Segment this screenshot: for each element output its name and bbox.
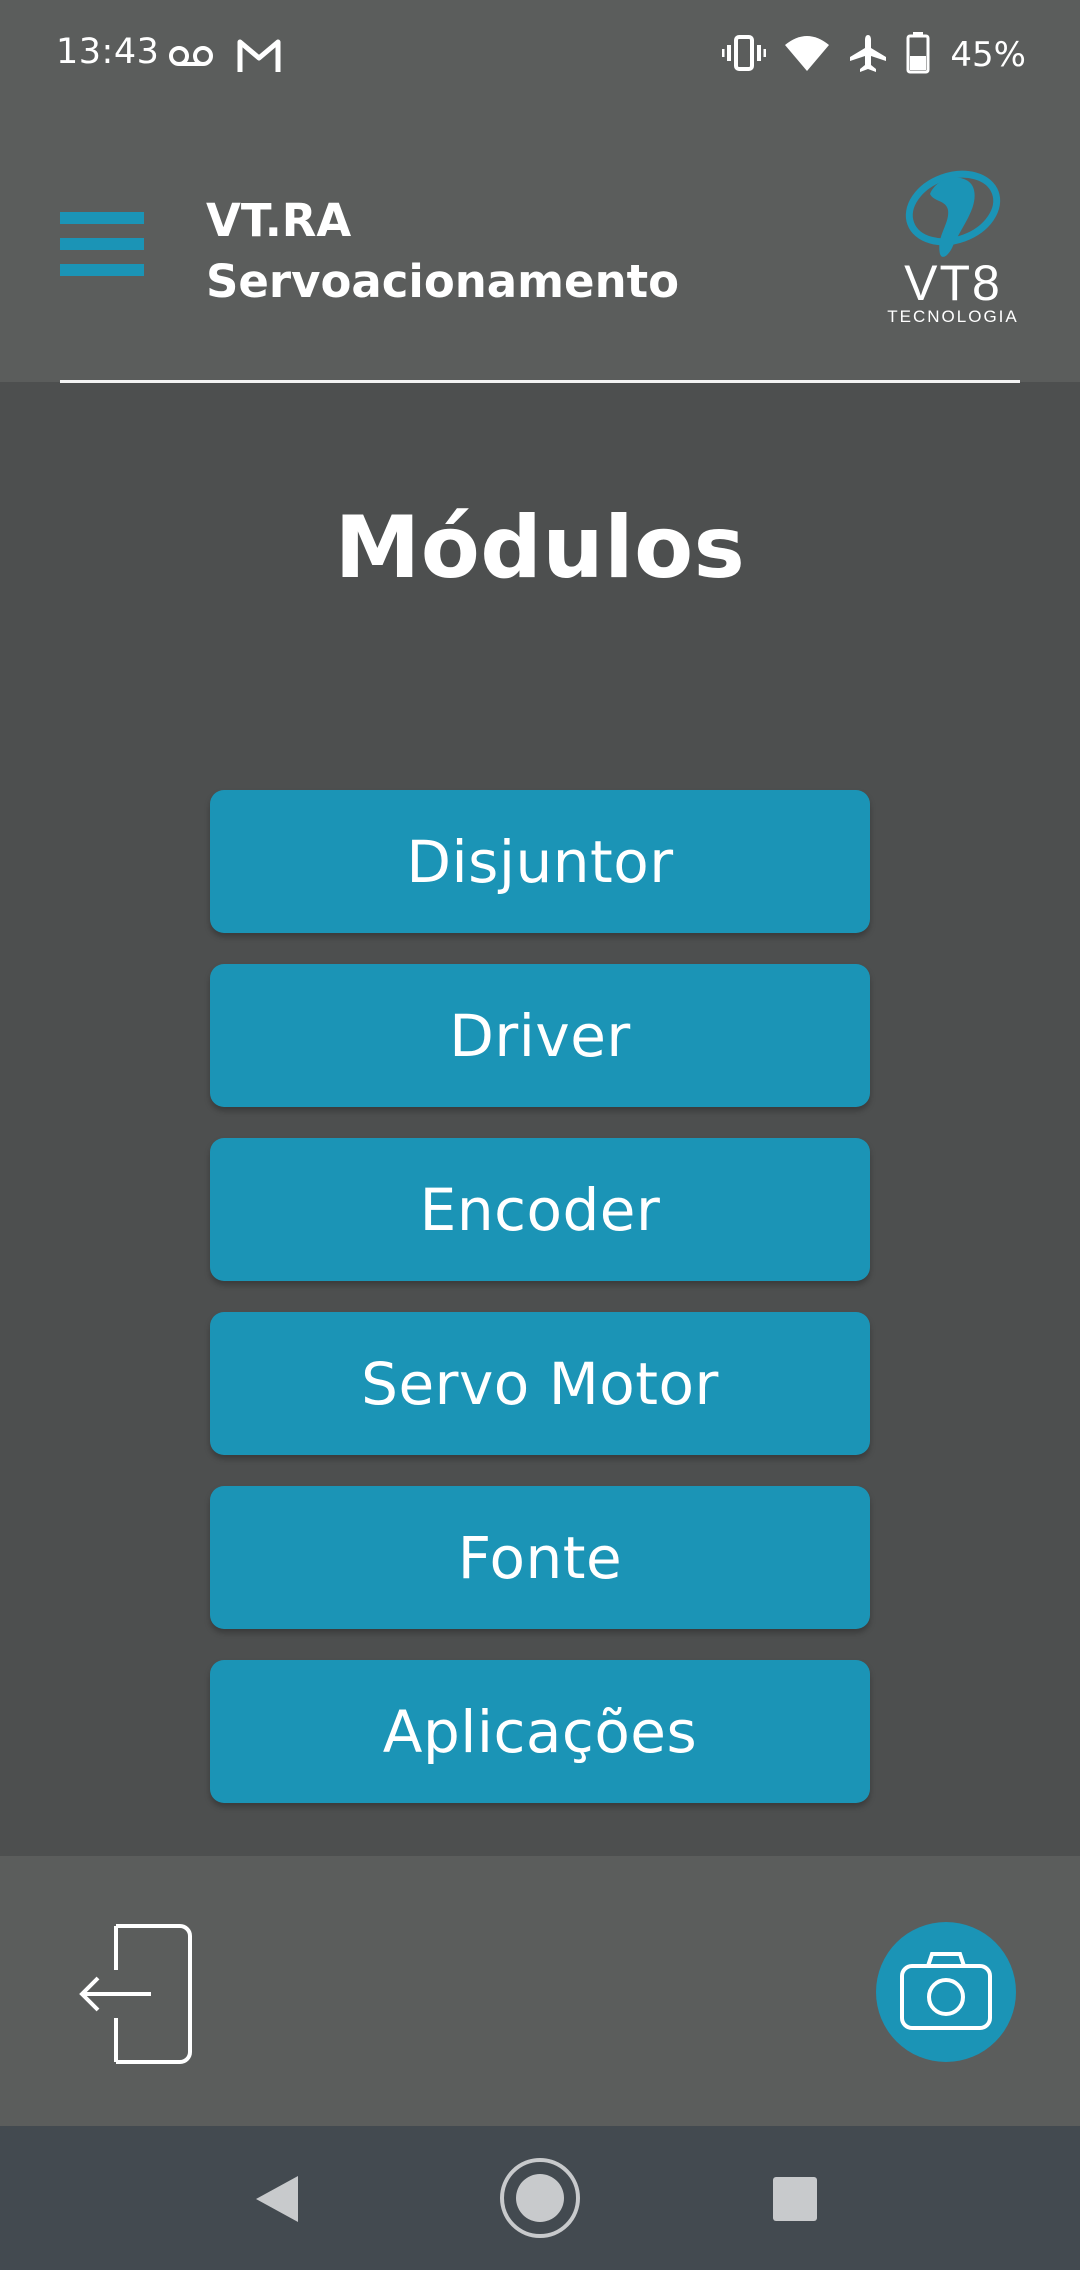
camera-icon (900, 1952, 992, 2030)
hamburger-menu-icon (60, 212, 144, 276)
logout-button[interactable] (76, 1920, 196, 2068)
logo-subtext: TECNOLOGIA (887, 307, 1018, 326)
bottom-action-bar (0, 1856, 1080, 2126)
module-button-servo-motor[interactable]: Servo Motor (210, 1312, 870, 1455)
system-nav-bar (0, 2126, 1080, 2270)
app-title-line2: Servoacionamento (206, 255, 680, 308)
vt8-logo: VT8 TECNOLOGIA (878, 166, 1028, 326)
module-button-driver[interactable]: Driver (210, 964, 870, 1107)
battery-icon (906, 32, 930, 78)
module-button-fonte[interactable]: Fonte (210, 1486, 870, 1629)
app-title-line1: VT.RA (206, 194, 352, 247)
app-header: VT.RA Servoacionamento VT8 TECNOLOGIA (0, 112, 1080, 382)
back-button[interactable] (252, 2172, 302, 2230)
status-icons: 45% (721, 30, 1026, 80)
status-time: 13:43 (56, 32, 160, 72)
module-button-disjuntor[interactable]: Disjuntor (210, 790, 870, 933)
app-screen: 13:43 45% VT.RA Servoacionamento VT8 TEC… (0, 0, 1080, 2270)
vibrate-icon (721, 33, 767, 77)
module-list: Disjuntor Driver Encoder Servo Motor Fon… (210, 790, 870, 1834)
gmail-icon (236, 36, 282, 80)
home-button[interactable] (498, 2156, 582, 2244)
logout-icon (79, 1924, 192, 2064)
header-divider (60, 380, 1020, 383)
voicemail-icon (168, 36, 214, 80)
menu-button[interactable] (54, 208, 150, 280)
back-icon (256, 2176, 298, 2222)
module-button-encoder[interactable]: Encoder (210, 1138, 870, 1281)
status-bar: 13:43 45% (0, 0, 1080, 112)
wifi-icon (784, 33, 830, 77)
battery-percent: 45% (950, 35, 1026, 75)
airplane-mode-icon (848, 33, 888, 77)
recents-icon (773, 2177, 817, 2221)
logo-text: VT8 (904, 255, 1002, 311)
camera-button[interactable] (876, 1922, 1016, 2062)
module-button-aplicacoes[interactable]: Aplicações (210, 1660, 870, 1803)
page-title: Módulos (334, 498, 746, 598)
recents-button[interactable] (772, 2176, 818, 2226)
home-icon (500, 2158, 580, 2238)
app-title: VT.RA Servoacionamento (206, 190, 679, 312)
